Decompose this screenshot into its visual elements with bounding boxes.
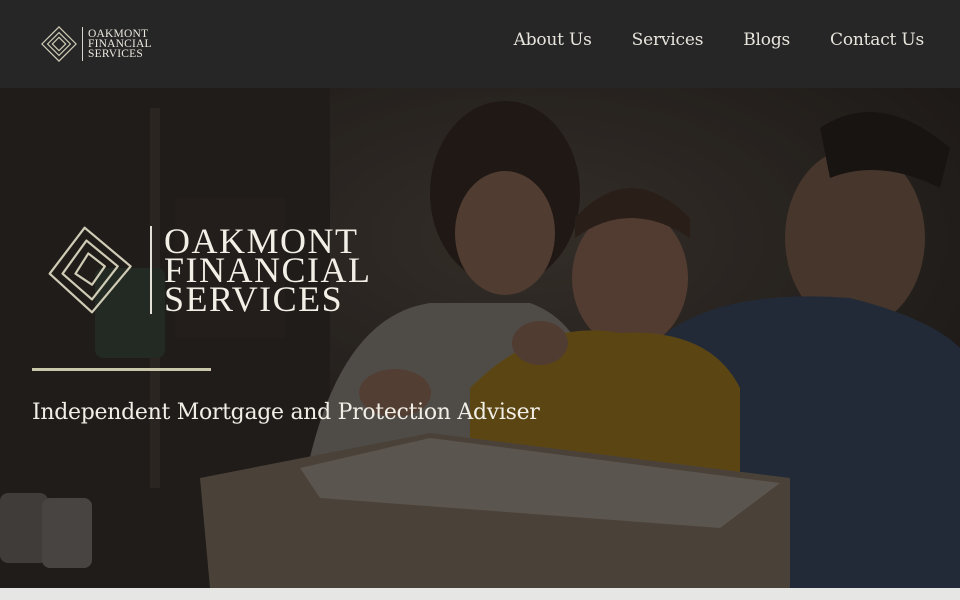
- nav-link-about-us[interactable]: About Us: [514, 30, 592, 50]
- brand-logo-link[interactable]: OAKMONT FINANCIAL SERVICES: [40, 24, 152, 64]
- hero-section: OAKMONT FINANCIAL SERVICES Independent M…: [0, 88, 960, 588]
- hero-logo-divider: [150, 226, 152, 314]
- logo-divider: [82, 27, 83, 61]
- hero-tagline: Independent Mortgage and Protection Advi…: [32, 400, 540, 425]
- nested-diamond-icon: [48, 226, 132, 314]
- hero-brand-wordmark: OAKMONT FINANCIAL SERVICES: [164, 223, 372, 319]
- navbar: OAKMONT FINANCIAL SERVICES About Us Serv…: [0, 0, 960, 88]
- nav-link-blogs[interactable]: Blogs: [743, 30, 790, 50]
- hero-overlay: [0, 88, 960, 588]
- brand-wordmark: OAKMONT FINANCIAL SERVICES: [88, 28, 152, 60]
- brand-line-3: SERVICES: [88, 48, 143, 60]
- main-nav: About Us Services Blogs Contact Us: [514, 30, 925, 50]
- hero-brand-logo: OAKMONT FINANCIAL SERVICES: [46, 223, 372, 319]
- nested-diamond-icon: [41, 26, 77, 62]
- nav-link-contact-us[interactable]: Contact Us: [830, 30, 924, 50]
- nav-link-services[interactable]: Services: [632, 30, 704, 50]
- hero-accent-rule: [32, 368, 211, 371]
- hero-brand-line-3: SERVICES: [164, 278, 344, 319]
